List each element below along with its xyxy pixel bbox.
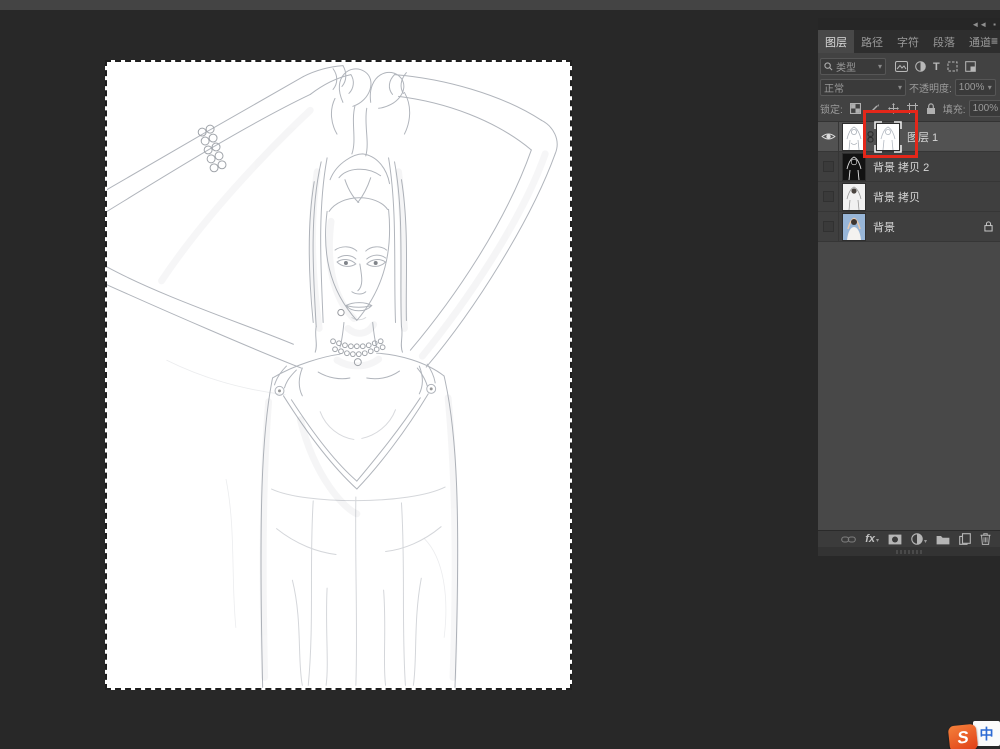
- layer-thumbnail[interactable]: [843, 154, 865, 180]
- opacity-label: 不透明度:: [909, 80, 952, 95]
- fx-icon: fx: [865, 534, 875, 544]
- collapse-panels-icon[interactable]: ◄◄: [971, 20, 987, 29]
- blend-row: 正常 ▾ 不透明度: 100% ▾: [820, 77, 998, 98]
- layer-filter-row: 类型 ▾ T: [820, 56, 998, 77]
- layer-name[interactable]: 图层 1: [907, 129, 938, 145]
- layer-filter-type-dropdown[interactable]: 类型 ▾: [820, 58, 886, 75]
- tab-paragraph[interactable]: 段落: [926, 30, 962, 53]
- layer-row-bg-copy[interactable]: 背景 拷贝: [818, 182, 1000, 212]
- layers-panel-toolbar: fx ▾ ▾: [818, 530, 1000, 547]
- layer-mask-thumbnail[interactable]: [877, 124, 899, 150]
- panel-resize-grip[interactable]: [818, 547, 1000, 556]
- sketch-artwork: [107, 62, 570, 688]
- panel-menu-icon[interactable]: ≡: [991, 34, 998, 48]
- link-layers-icon[interactable]: [841, 535, 856, 544]
- background-lock-icon: [984, 221, 993, 232]
- blend-mode-dropdown[interactable]: 正常 ▾: [820, 79, 906, 96]
- delete-layer-icon[interactable]: [980, 533, 991, 545]
- layer-row-layer1[interactable]: 图层 1: [818, 122, 1000, 152]
- lock-label: 锁定:: [820, 101, 843, 116]
- lock-artboard-icon[interactable]: [907, 103, 918, 114]
- layer-row-bg-copy2[interactable]: 背景 拷贝 2: [818, 152, 1000, 182]
- hidden-visibility-box: [823, 221, 834, 232]
- ime-indicator[interactable]: S 中: [945, 721, 1000, 747]
- search-icon: [824, 62, 833, 71]
- visibility-cell[interactable]: [818, 122, 839, 151]
- panel-tabbar: 图层 路径 字符 段落 通道 ≡: [818, 30, 1000, 53]
- lock-position-icon[interactable]: [888, 103, 899, 114]
- chevron-down-icon: ▾: [898, 83, 902, 92]
- opacity-value-dropdown[interactable]: 100% ▾: [955, 79, 996, 96]
- tab-layers[interactable]: 图层: [818, 30, 854, 53]
- tab-character[interactable]: 字符: [890, 30, 926, 53]
- layers-panel-controls: 类型 ▾ T: [818, 53, 1000, 122]
- menubar-edge: [0, 0, 1000, 10]
- eye-icon: [821, 131, 836, 142]
- hidden-visibility-box: [823, 161, 834, 172]
- flyout-triangle-icon: ▾: [924, 539, 927, 545]
- add-layer-mask-icon[interactable]: [888, 534, 902, 545]
- new-layer-icon[interactable]: [959, 533, 971, 545]
- document-canvas[interactable]: [105, 60, 572, 690]
- layer-thumbnail[interactable]: [843, 184, 865, 210]
- fill-label: 填充:: [943, 101, 966, 116]
- layer-thumbnail[interactable]: [843, 124, 865, 150]
- layer-style-button[interactable]: fx ▾: [865, 534, 879, 544]
- photoshop-workspace: ◄◄ ▪ 图层 路径 字符 段落 通道 ≡ 类型 ▾: [0, 0, 1000, 749]
- lock-all-icon[interactable]: [926, 103, 936, 115]
- filter-icons: T: [895, 61, 976, 73]
- lock-pixels-icon[interactable]: [869, 103, 880, 114]
- mask-link-icon[interactable]: [867, 131, 874, 143]
- type-layer-filter-icon[interactable]: T: [933, 61, 940, 73]
- new-group-icon[interactable]: [936, 534, 950, 545]
- adjustment-icon: [911, 533, 923, 545]
- hidden-visibility-box: [823, 191, 834, 202]
- layer-row-background[interactable]: 背景: [818, 212, 1000, 242]
- tab-paths[interactable]: 路径: [854, 30, 890, 53]
- visibility-cell[interactable]: [818, 152, 839, 181]
- chevron-down-icon: ▾: [988, 83, 992, 92]
- layer-name[interactable]: 背景 拷贝: [873, 189, 920, 205]
- layer-list: 图层 1 背景 拷贝 2: [818, 122, 1000, 242]
- adjustment-layer-filter-icon[interactable]: [915, 61, 926, 72]
- panel-dock-header: ◄◄ ▪: [818, 18, 1000, 30]
- pixel-layer-filter-icon[interactable]: [895, 61, 908, 72]
- layer-name[interactable]: 背景: [873, 219, 895, 235]
- fill-value-dropdown[interactable]: 100% ▾: [969, 100, 1000, 117]
- layer-list-empty-area[interactable]: [818, 242, 1000, 530]
- smart-object-filter-icon[interactable]: [965, 61, 976, 72]
- dock-edge-icon: ▪: [993, 20, 996, 29]
- shape-layer-filter-icon[interactable]: [947, 61, 958, 72]
- layers-panel: ◄◄ ▪ 图层 路径 字符 段落 通道 ≡ 类型 ▾: [818, 18, 1000, 556]
- layer-thumbnail[interactable]: [843, 214, 865, 240]
- sogou-logo-icon[interactable]: S: [948, 724, 979, 749]
- lock-icons: [850, 103, 936, 115]
- flyout-triangle-icon: ▾: [876, 538, 879, 544]
- visibility-cell[interactable]: [818, 182, 839, 211]
- lock-transparency-icon[interactable]: [850, 103, 861, 114]
- visibility-cell[interactable]: [818, 212, 839, 241]
- new-adjustment-layer-button[interactable]: ▾: [911, 533, 927, 545]
- layer-name[interactable]: 背景 拷贝 2: [873, 159, 929, 175]
- grip-dots-icon: [896, 550, 922, 554]
- lock-row: 锁定:: [820, 98, 998, 119]
- chevron-down-icon: ▾: [878, 62, 882, 71]
